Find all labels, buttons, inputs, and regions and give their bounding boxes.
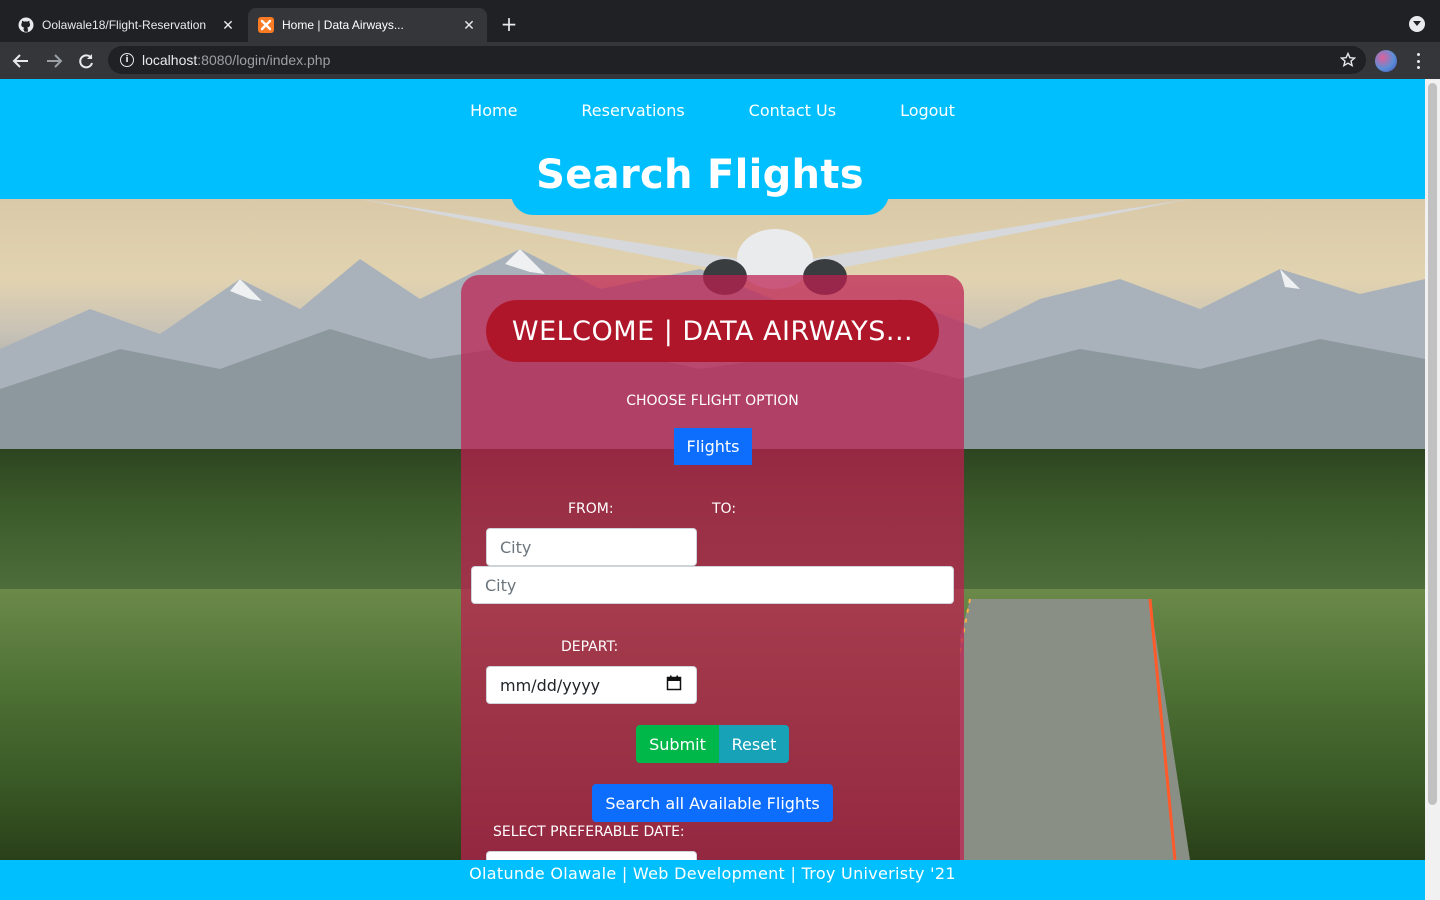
tab-github[interactable]: Oolawale18/Flight-Reservation ✕ — [8, 8, 246, 42]
tab-title: Oolawale18/Flight-Reservation — [42, 18, 207, 32]
welcome-banner: WELCOME | DATA AIRWAYS... — [486, 300, 939, 362]
reset-button[interactable]: Reset — [719, 725, 789, 763]
preferable-date-label: SELECT PREFERABLE DATE: — [493, 824, 685, 840]
github-icon — [18, 17, 34, 33]
page-title-banner: Search Flights — [511, 135, 889, 215]
submit-button[interactable]: Submit — [636, 725, 719, 763]
nav-reservations[interactable]: Reservations — [549, 101, 716, 120]
close-icon[interactable]: ✕ — [461, 17, 477, 33]
tab-search-icon[interactable] — [1409, 16, 1425, 32]
main-nav: Home Reservations Contact Us Logout — [0, 101, 1425, 120]
calendar-icon[interactable] — [666, 675, 682, 695]
browser-toolbar: i localhost:8080/login/index.php — [0, 42, 1440, 79]
back-arrow-icon[interactable] — [10, 50, 32, 72]
page: Home Reservations Contact Us Logout Sear… — [0, 79, 1425, 900]
date-placeholder: mm/dd/yyyy — [500, 675, 601, 695]
forward-arrow-icon[interactable] — [43, 50, 65, 72]
tab-title: Home | Data Airways... — [282, 18, 404, 32]
nav-logout[interactable]: Logout — [868, 101, 987, 120]
to-city-input[interactable]: City — [471, 566, 954, 604]
page-title: Search Flights — [536, 152, 864, 198]
to-label: TO: — [712, 501, 737, 517]
site-footer: Olatunde Olawale | Web Development | Tro… — [0, 860, 1425, 900]
profile-avatar[interactable] — [1375, 50, 1397, 72]
nav-contact-us[interactable]: Contact Us — [717, 101, 868, 120]
more-menu-icon[interactable] — [1410, 51, 1426, 71]
bookmark-star-icon[interactable] — [1339, 51, 1357, 72]
choose-option-label: CHOOSE FLIGHT OPTION — [626, 393, 799, 409]
from-label: FROM: — [568, 501, 614, 517]
xampp-icon — [258, 17, 274, 33]
depart-date-input[interactable]: mm/dd/yyyy — [486, 666, 697, 704]
new-tab-button[interactable]: + — [498, 14, 520, 36]
search-form-card: WELCOME | DATA AIRWAYS... CHOOSE FLIGHT … — [461, 275, 964, 900]
tab-data-airways[interactable]: Home | Data Airways... ✕ — [248, 8, 487, 42]
browser-tabstrip: Oolawale18/Flight-Reservation ✕ Home | D… — [0, 0, 1440, 42]
info-icon[interactable]: i — [120, 53, 134, 67]
depart-label: DEPART: — [561, 639, 619, 655]
close-icon[interactable]: ✕ — [220, 17, 236, 33]
runway-graphic — [960, 598, 1190, 860]
page-scrollbar[interactable] — [1425, 79, 1440, 900]
search-all-flights-button[interactable]: Search all Available Flights — [592, 784, 833, 822]
reload-icon[interactable] — [75, 50, 97, 72]
page-viewport: Home Reservations Contact Us Logout Sear… — [0, 79, 1440, 900]
flights-button[interactable]: Flights — [674, 428, 752, 465]
from-city-input[interactable]: City — [486, 528, 697, 566]
nav-home[interactable]: Home — [438, 101, 549, 120]
address-bar[interactable]: i localhost:8080/login/index.php — [108, 46, 1366, 74]
scrollbar-thumb[interactable] — [1428, 83, 1437, 805]
url-text: localhost:8080/login/index.php — [142, 52, 331, 68]
